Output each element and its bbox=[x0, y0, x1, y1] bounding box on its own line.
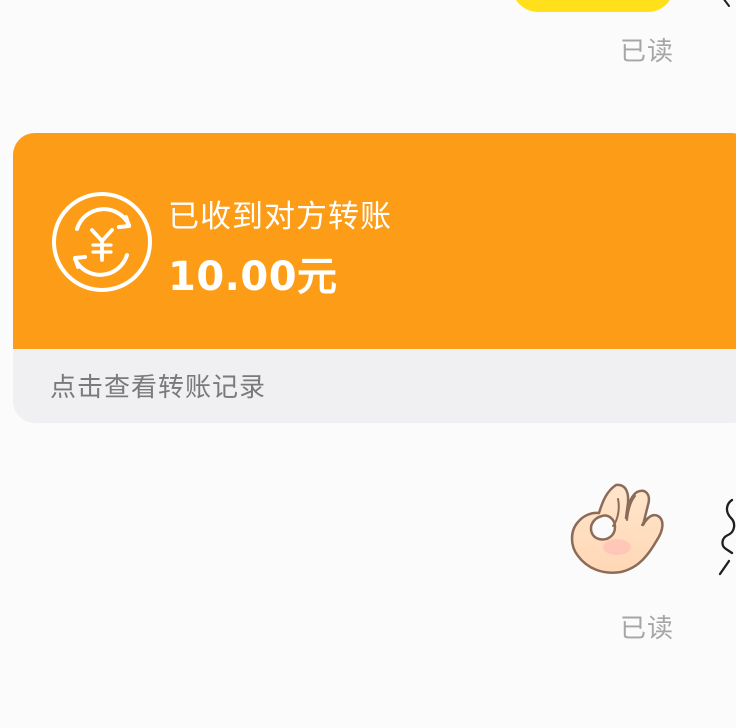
chat-screen: 已读 已收到对方转账 10.00元 点击查看转账记录 已读 bbox=[0, 0, 736, 728]
transfer-status-title: 已收到对方转账 bbox=[168, 199, 392, 235]
yuan-coin-exchange-icon bbox=[52, 192, 152, 292]
read-status-label: 已读 bbox=[620, 614, 675, 644]
transfer-amount: 10.00元 bbox=[168, 254, 338, 300]
sent-message-bubble[interactable] bbox=[512, 0, 674, 12]
read-status-label: 已读 bbox=[620, 37, 675, 67]
transfer-record-link[interactable]: 点击查看转账记录 bbox=[50, 367, 266, 404]
avatar-edge-icon[interactable] bbox=[716, 0, 736, 8]
avatar-edge-icon[interactable] bbox=[716, 492, 736, 582]
ok-hand-emoji bbox=[570, 483, 664, 574]
